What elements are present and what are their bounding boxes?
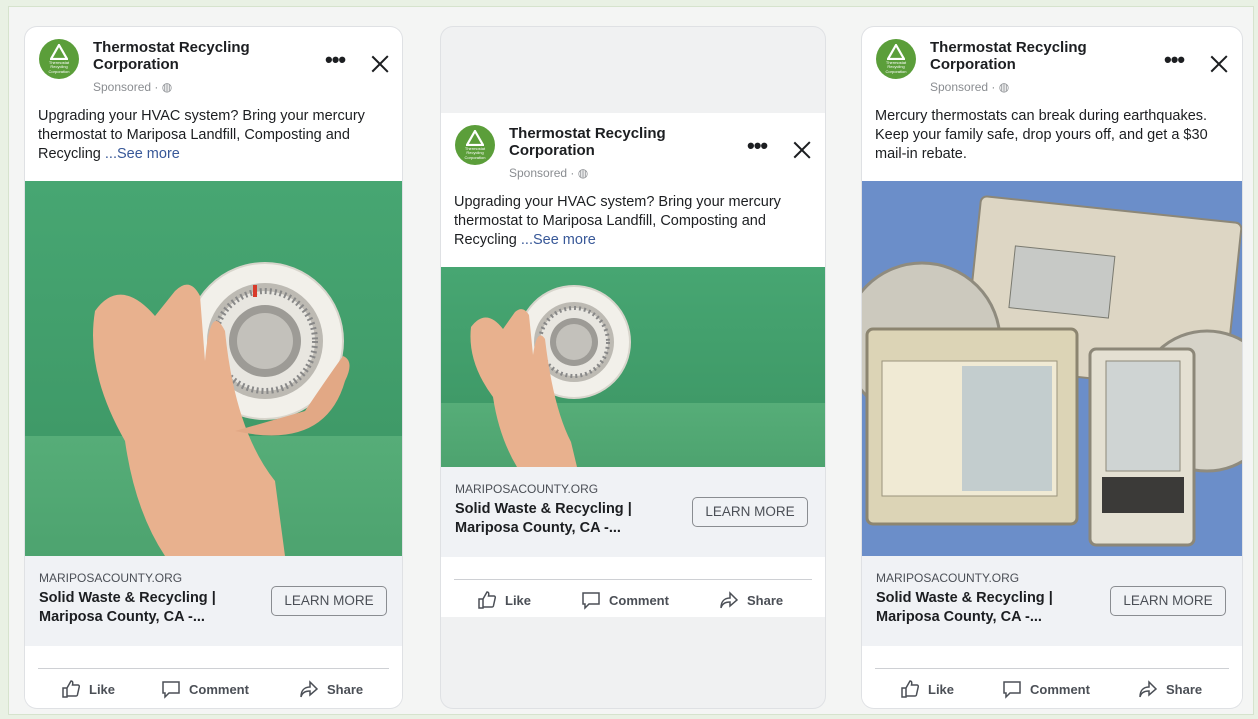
share-label: Share <box>327 681 364 697</box>
learn-more-button[interactable]: LEARN MORE <box>692 497 808 527</box>
share-button[interactable]: Share <box>719 589 783 611</box>
share-icon <box>720 591 739 609</box>
close-icon[interactable] <box>1208 53 1230 75</box>
advertiser-name[interactable]: Thermostat Recycling Corporation <box>509 125 709 159</box>
ad-image[interactable] <box>862 181 1242 556</box>
sponsored-label: Sponsored · ◍ <box>509 166 589 180</box>
action-divider <box>38 668 389 669</box>
share-icon <box>300 680 319 698</box>
share-label: Share <box>747 592 784 608</box>
like-button[interactable]: Like <box>61 678 115 700</box>
share-label: Share <box>1166 681 1203 697</box>
share-button[interactable]: Share <box>1138 678 1202 700</box>
close-icon[interactable] <box>369 53 391 75</box>
advertiser-name[interactable]: Thermostat Recycling Corporation <box>930 39 1130 73</box>
link-title[interactable]: Solid Waste & Recycling | Mariposa Count… <box>876 589 1096 627</box>
thumbs-up-icon <box>62 680 81 698</box>
ad-card-3: Thermostat Recycling Corporation Thermos… <box>862 27 1242 708</box>
ad-header: Thermostat Recycling Corporation Thermos… <box>441 113 825 183</box>
advertiser-name[interactable]: Thermostat Recycling Corporation <box>93 39 293 73</box>
ad-body-copy: Upgrading your HVAC system? Bring your m… <box>38 108 365 162</box>
ad-image[interactable] <box>441 267 825 467</box>
ad-header: Thermostat Recycling Corporation Thermos… <box>862 27 1242 97</box>
sponsored-label: Sponsored · ◍ <box>930 80 1010 94</box>
recycle-icon <box>466 130 484 146</box>
ad-body-text: Upgrading your HVAC system? Bring your m… <box>25 97 402 181</box>
action-divider <box>875 668 1229 669</box>
learn-more-button[interactable]: LEARN MORE <box>271 586 387 616</box>
like-label: Like <box>928 681 955 697</box>
like-label: Like <box>505 592 532 608</box>
ad-body-copy: Upgrading your HVAC system? Bring your m… <box>454 194 781 248</box>
share-icon <box>1139 680 1158 698</box>
comment-label: Comment <box>189 681 249 697</box>
thumbs-up-icon <box>901 680 920 698</box>
sponsored-label: Sponsored · ◍ <box>93 80 173 94</box>
advertiser-logo[interactable]: Thermostat Recycling Corporation <box>39 39 79 79</box>
comment-icon <box>1003 681 1021 699</box>
link-preview[interactable]: MARIPOSACOUNTY.ORG Solid Waste & Recycli… <box>441 467 825 557</box>
like-button[interactable]: Like <box>900 678 954 700</box>
link-domain: MARIPOSACOUNTY.ORG <box>455 482 599 496</box>
ad-image[interactable] <box>25 181 402 556</box>
link-domain: MARIPOSACOUNTY.ORG <box>39 571 183 585</box>
comment-button[interactable]: Comment <box>581 589 669 611</box>
comment-button[interactable]: Comment <box>1002 678 1090 700</box>
logo-text: Thermostat Recycling Corporation <box>464 146 486 160</box>
logo-text: Thermostat Recycling Corporation <box>885 60 907 74</box>
ad-body-text: Mercury thermostats can break during ear… <box>862 97 1242 181</box>
recycle-icon <box>887 44 905 60</box>
advertiser-logo[interactable]: Thermostat Recycling Corporation <box>876 39 916 79</box>
ad-card-2: Thermostat Recycling Corporation Thermos… <box>441 27 825 708</box>
ad-body-copy: Mercury thermostats can break during ear… <box>875 108 1208 162</box>
action-bar: Like Comment Share <box>862 646 1242 706</box>
share-button[interactable]: Share <box>299 678 363 700</box>
comment-label: Comment <box>609 592 669 608</box>
link-title[interactable]: Solid Waste & Recycling | Mariposa Count… <box>39 589 259 627</box>
hand-thermostat-illustration <box>470 285 631 467</box>
link-title[interactable]: Solid Waste & Recycling | Mariposa Count… <box>455 500 675 538</box>
see-more-link[interactable]: ...See more <box>105 146 180 162</box>
link-preview[interactable]: MARIPOSACOUNTY.ORG Solid Waste & Recycli… <box>862 556 1242 646</box>
ad-header: Thermostat Recycling Corporation Thermos… <box>25 27 402 97</box>
see-more-link[interactable]: ...See more <box>521 232 596 248</box>
comment-icon <box>582 592 600 610</box>
like-button[interactable]: Like <box>477 589 531 611</box>
action-divider <box>454 579 812 580</box>
like-label: Like <box>89 681 116 697</box>
advertiser-logo[interactable]: Thermostat Recycling Corporation <box>455 125 495 165</box>
logo-text: Thermostat Recycling Corporation <box>48 60 70 74</box>
thumbs-up-icon <box>478 591 497 609</box>
comment-button[interactable]: Comment <box>161 678 249 700</box>
more-options-icon[interactable]: ••• <box>325 49 346 71</box>
link-domain: MARIPOSACOUNTY.ORG <box>876 571 1020 585</box>
more-options-icon[interactable]: ••• <box>1164 49 1185 71</box>
comment-label: Comment <box>1030 681 1090 697</box>
link-preview[interactable]: MARIPOSACOUNTY.ORG Solid Waste & Recycli… <box>25 556 402 646</box>
old-thermostats-photo <box>862 195 1242 547</box>
more-options-icon[interactable]: ••• <box>747 135 768 157</box>
action-bar: Like Comment Share <box>441 557 825 617</box>
ad-body-text: Upgrading your HVAC system? Bring your m… <box>441 183 825 267</box>
ad-card-2-content: Thermostat Recycling Corporation Thermos… <box>441 113 825 617</box>
comment-icon <box>162 681 180 699</box>
recycle-icon <box>50 44 68 60</box>
close-icon[interactable] <box>791 139 813 161</box>
learn-more-button[interactable]: LEARN MORE <box>1110 586 1226 616</box>
hand-thermostat-illustration <box>93 262 350 556</box>
ad-card-1: Thermostat Recycling Corporation Thermos… <box>25 27 402 708</box>
action-bar: Like Comment Share <box>25 646 402 706</box>
